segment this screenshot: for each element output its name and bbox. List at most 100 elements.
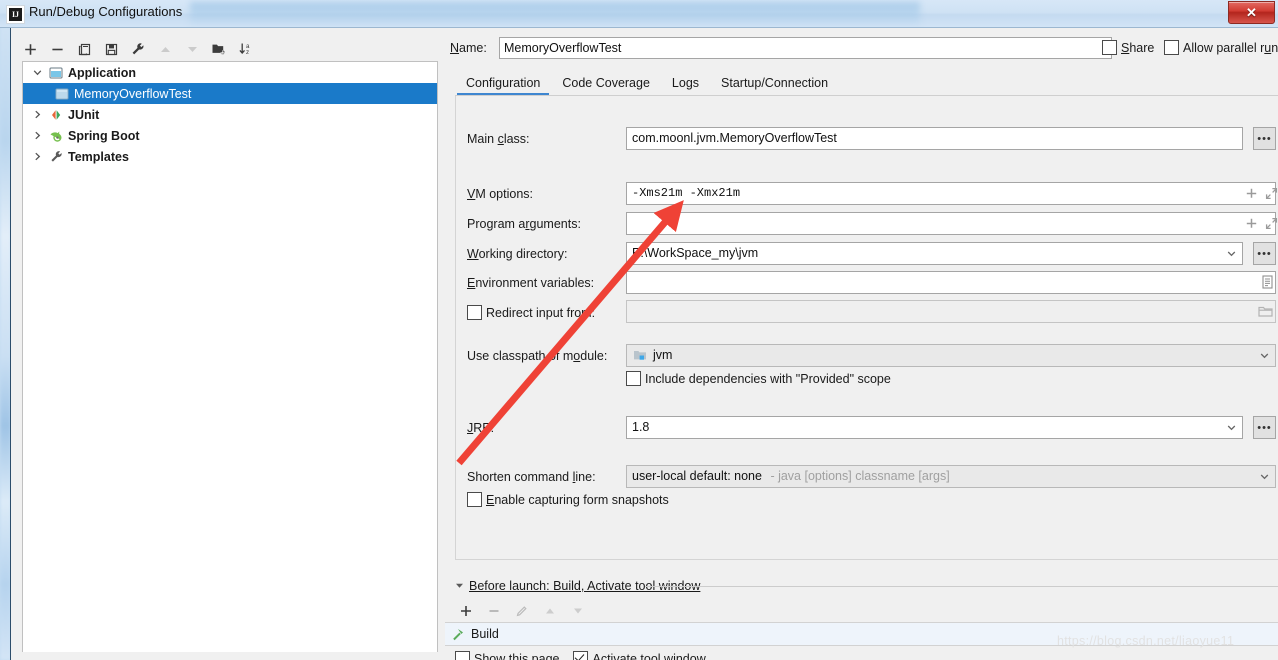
build-hammer-icon <box>451 627 465 641</box>
run-debug-configurations-dialog: IJ Run/Debug Configurations ✕ a z Applic… <box>0 0 1278 660</box>
jre-label: JRE: <box>467 421 495 435</box>
name-row: Name: Share Allow parallel run <box>445 37 1278 61</box>
shorten-command-line-label: Shorten command line: <box>467 470 596 484</box>
tab-configuration[interactable]: Configuration <box>455 73 551 96</box>
allow-parallel-run-checkbox-box[interactable] <box>1164 40 1179 55</box>
jre-browse-button[interactable]: ••• <box>1253 416 1276 439</box>
allow-parallel-run-checkbox[interactable]: Allow parallel run <box>1164 40 1278 58</box>
name-label: Name: <box>450 41 487 55</box>
vm-options-expand-icon[interactable] <box>1262 184 1278 202</box>
redirect-input-folder-icon <box>1256 302 1274 320</box>
tree-item-templates[interactable]: Templates <box>23 146 437 167</box>
environment-variables-input[interactable] <box>626 271 1276 294</box>
configurations-tree[interactable]: Application MemoryOverflowTest JUnit Spr… <box>22 61 438 652</box>
program-arguments-label: Program arguments: <box>467 217 581 231</box>
sort-az-icon[interactable]: a z <box>233 37 259 61</box>
program-arguments-insert-macro-icon[interactable] <box>1242 214 1260 232</box>
svg-text:z: z <box>246 49 249 56</box>
blurred-background-reflection <box>190 2 920 26</box>
program-arguments-input[interactable] <box>626 212 1276 235</box>
tab-code-coverage[interactable]: Code Coverage <box>551 73 661 96</box>
module-icon <box>633 348 647 362</box>
tree-item-application[interactable]: Application <box>23 62 437 83</box>
allow-parallel-run-label: Allow parallel run <box>1183 40 1278 55</box>
chevron-right-icon[interactable] <box>29 146 46 167</box>
tree-item-label: Application <box>68 65 137 80</box>
redirect-input-checkbox[interactable]: Redirect input from: <box>467 305 595 323</box>
tree-item-label: Spring Boot <box>68 128 140 143</box>
use-classpath-chevron-down-icon[interactable] <box>1256 345 1273 366</box>
collapse-triangle-icon[interactable] <box>455 579 464 593</box>
copy-configuration-button[interactable] <box>71 37 97 61</box>
junit-icon <box>46 107 66 123</box>
add-configuration-button[interactable] <box>17 37 43 61</box>
editor-tabs: Configuration Code Coverage Logs Startup… <box>455 70 1278 96</box>
environment-variables-edit-icon[interactable] <box>1258 273 1276 291</box>
working-directory-input[interactable]: E:\WorkSpace_my\jvm <box>626 242 1243 265</box>
show-this-page-label: Show this page <box>474 651 560 660</box>
shorten-command-line-chevron-down-icon[interactable] <box>1256 466 1273 487</box>
enable-snapshots-checkbox-box[interactable] <box>467 492 482 507</box>
use-classpath-combobox[interactable]: jvm <box>626 344 1276 367</box>
folder-add-icon[interactable] <box>206 37 232 61</box>
tab-startup-connection[interactable]: Startup/Connection <box>710 73 839 96</box>
shorten-command-line-value: user-local default: none <box>632 469 762 483</box>
enable-snapshots-checkbox[interactable]: Enable capturing form snapshots <box>467 492 669 510</box>
main-class-input[interactable]: com.moonl.jvm.MemoryOverflowTest <box>626 127 1243 150</box>
main-class-browse-button[interactable]: ••• <box>1253 127 1276 150</box>
share-checkbox[interactable]: Share <box>1102 40 1154 58</box>
wrench-icon[interactable] <box>125 37 151 61</box>
tree-item-memoryoverflowtest[interactable]: MemoryOverflowTest <box>23 83 437 104</box>
redirect-input-file-input <box>626 300 1276 323</box>
tree-item-junit[interactable]: JUnit <box>23 104 437 125</box>
pencil-icon <box>509 600 535 622</box>
show-this-page-checkbox[interactable]: Show this page <box>455 651 559 660</box>
tab-logs[interactable]: Logs <box>661 73 710 96</box>
chevron-right-icon[interactable] <box>29 125 46 146</box>
tree-item-label: MemoryOverflowTest <box>74 86 192 101</box>
intellij-idea-icon: IJ <box>6 5 25 24</box>
activate-tool-window-checkbox[interactable]: Activate tool window <box>573 651 706 660</box>
share-checkbox-box[interactable] <box>1102 40 1117 55</box>
include-provided-checkbox-box[interactable] <box>626 371 641 386</box>
tree-item-spring-boot[interactable]: Spring Boot <box>23 125 437 146</box>
working-directory-chevron-down-icon[interactable] <box>1223 243 1240 264</box>
vm-options-label: VM options: <box>467 187 534 201</box>
vm-options-input[interactable]: -Xms21m -Xmx21m <box>626 182 1276 205</box>
application-icon <box>46 65 66 81</box>
working-directory-browse-button[interactable]: ••• <box>1253 242 1276 265</box>
jre-combobox[interactable]: 1.8 <box>626 416 1243 439</box>
remove-task-button <box>481 600 507 622</box>
environment-variables-label: Environment variables: <box>467 276 595 290</box>
shorten-command-line-combobox[interactable]: user-local default: none - java [options… <box>626 465 1276 488</box>
shorten-command-line-hint: - java [options] classname [args] <box>770 469 950 483</box>
redirect-input-checkbox-box[interactable] <box>467 305 482 320</box>
program-arguments-expand-icon[interactable] <box>1262 214 1278 232</box>
configurations-tree-pane: a z Application MemoryOverflowTest JUnit… <box>11 28 438 660</box>
activate-tool-window-checkbox-box[interactable] <box>573 651 589 660</box>
remove-configuration-button[interactable] <box>44 37 70 61</box>
chevron-down-icon[interactable] <box>29 62 46 83</box>
save-configuration-button[interactable] <box>98 37 124 61</box>
chevron-right-icon[interactable] <box>29 104 46 125</box>
tree-item-label: Templates <box>68 149 129 164</box>
title-bar: IJ Run/Debug Configurations ✕ <box>0 0 1278 28</box>
move-task-down-button <box>565 600 591 622</box>
enable-snapshots-label: Enable capturing form snapshots <box>486 492 669 507</box>
use-classpath-label: Use classpath of module: <box>467 349 608 363</box>
configuration-name-input[interactable] <box>499 37 1112 59</box>
vm-options-insert-macro-icon[interactable] <box>1242 184 1260 202</box>
move-task-up-button <box>537 600 563 622</box>
working-directory-label: Working directory: <box>467 247 568 261</box>
add-task-button[interactable] <box>453 600 479 622</box>
spring-boot-icon <box>46 128 66 144</box>
before-launch-options: Show this page Activate tool window <box>455 651 706 660</box>
wrench-icon <box>46 149 66 165</box>
close-window-button[interactable]: ✕ <box>1228 1 1275 24</box>
move-up-button <box>152 37 178 61</box>
dialog-body: a z Application MemoryOverflowTest JUnit… <box>11 28 1278 660</box>
show-this-page-checkbox-box[interactable] <box>455 651 470 660</box>
window-title: Run/Debug Configurations <box>29 4 183 19</box>
jre-chevron-down-icon[interactable] <box>1223 417 1240 438</box>
include-provided-checkbox[interactable]: Include dependencies with "Provided" sco… <box>626 371 891 389</box>
